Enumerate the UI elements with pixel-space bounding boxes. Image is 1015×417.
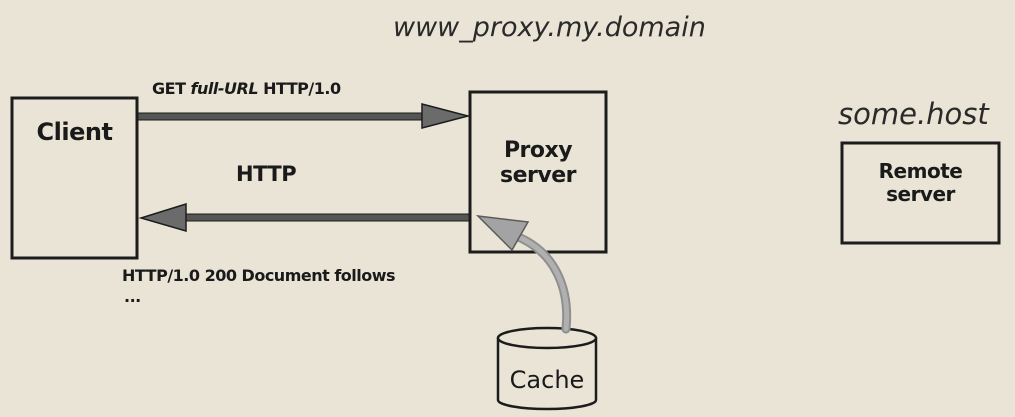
response-arrow	[138, 202, 470, 232]
remote-hostname: some.host	[838, 97, 989, 131]
response-continuation: ...	[124, 287, 141, 306]
proxy-label-line2: server	[500, 163, 576, 188]
proxy-server-label: Proxy server	[470, 138, 606, 188]
protocol-label: HTTP	[236, 162, 297, 186]
client-label: Client	[36, 118, 113, 146]
cache-label: Cache	[509, 366, 585, 394]
response-status-line: HTTP/1.0 200 Document follows	[122, 266, 396, 285]
request-version: HTTP/1.0	[258, 79, 341, 98]
remote-server-label: Remote server	[842, 160, 999, 206]
request-arrow	[137, 103, 471, 129]
proxy-label-line1: Proxy	[503, 138, 573, 163]
request-line: GET full-URL HTTP/1.0	[152, 79, 341, 98]
remote-label-line1: Remote	[878, 159, 963, 183]
remote-label-line2: server	[886, 182, 955, 206]
proxy-hostname: www_proxy.my.domain	[393, 12, 706, 43]
request-method: GET	[152, 79, 191, 98]
proxy-diagram	[10, 90, 1001, 411]
cache-to-proxy-arrow	[475, 214, 572, 334]
request-url-token: full-URL	[190, 79, 259, 98]
